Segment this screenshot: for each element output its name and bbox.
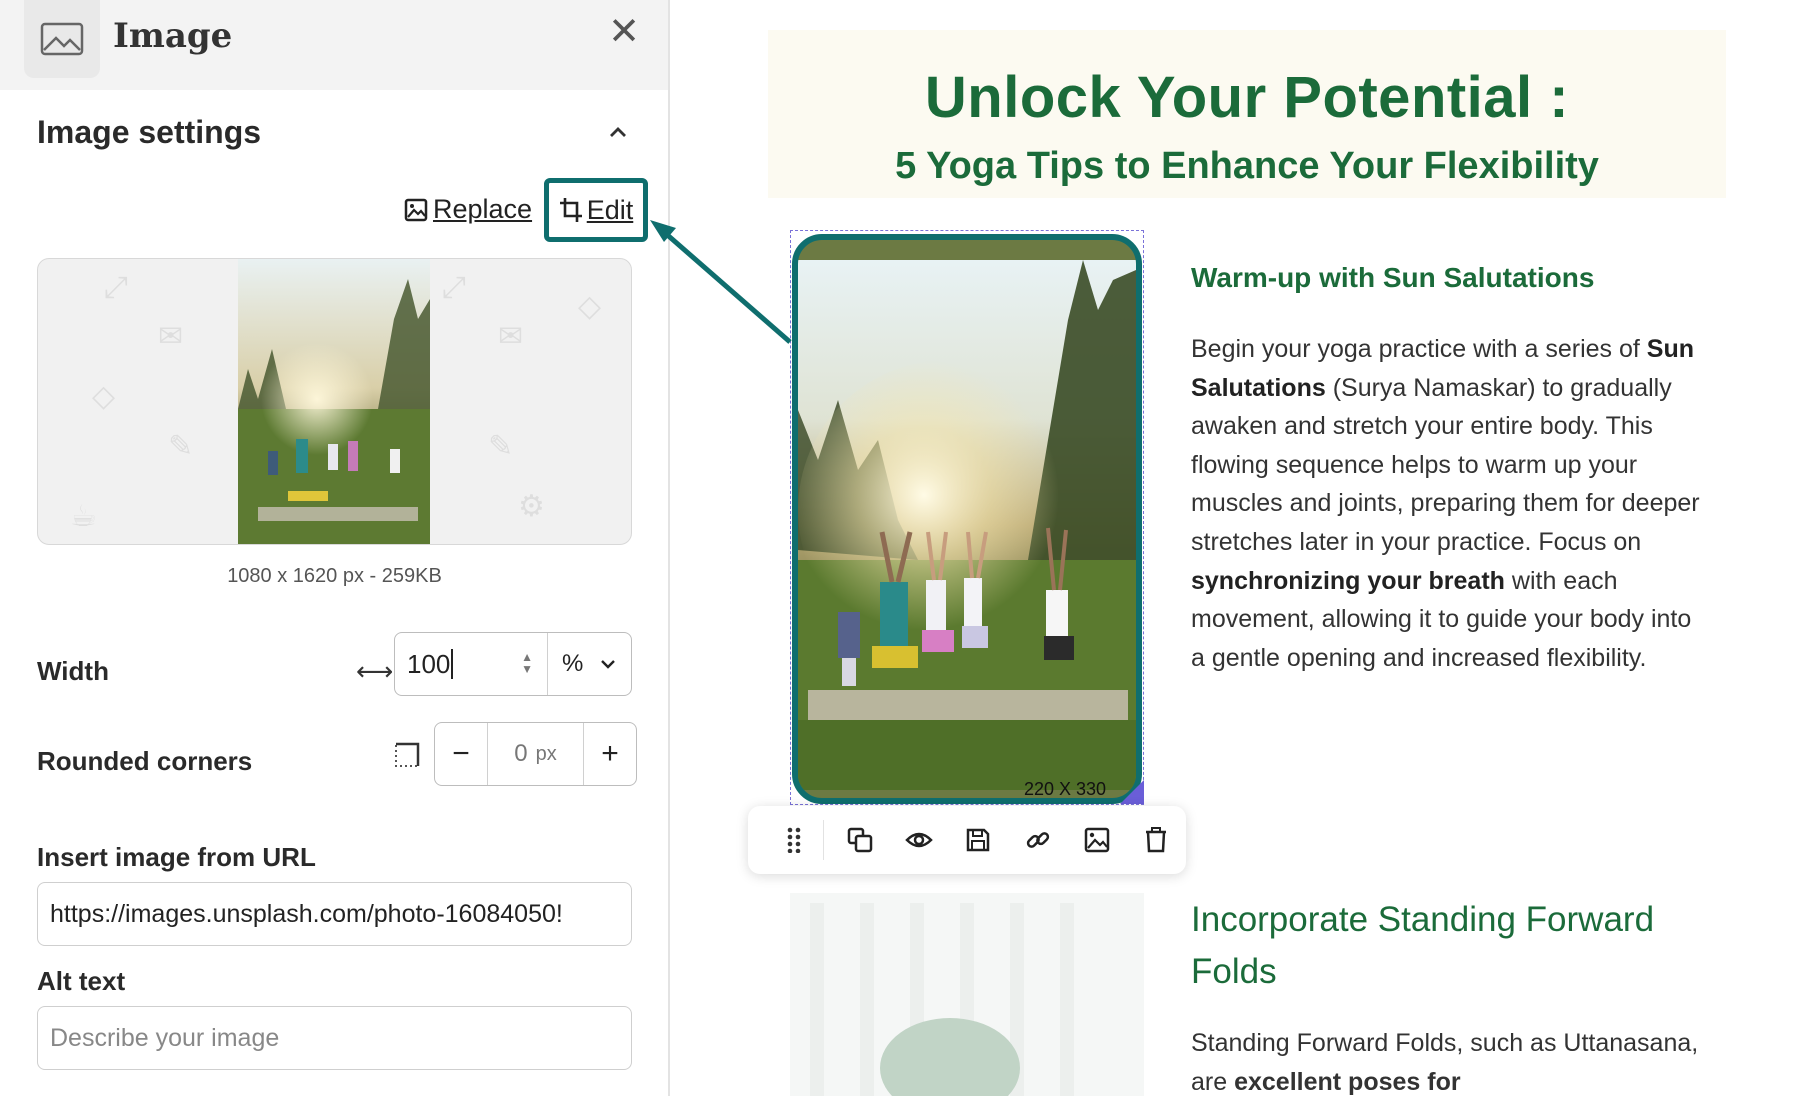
yoga-thumbnail (238, 259, 430, 544)
expand-icon: ⤢ (442, 271, 466, 304)
drag-handle-icon[interactable] (764, 806, 823, 874)
number-spinner-icon[interactable]: ▲ ▼ (521, 651, 533, 675)
rounded-corners-label: Rounded corners (37, 746, 253, 776)
edit-label: Edit (586, 194, 634, 225)
image-toolbar (748, 806, 1186, 874)
alt-text-label: Alt text (37, 966, 126, 996)
decrease-button[interactable]: − (435, 723, 487, 785)
width-arrows-icon: ⟷ (356, 656, 394, 686)
link-icon[interactable] (1008, 806, 1067, 874)
preview-icon[interactable] (890, 806, 949, 874)
mail-icon: ✉ (498, 320, 524, 353)
width-label: Width (37, 656, 109, 686)
forward-fold-image[interactable] (790, 893, 1144, 1096)
toolbar-divider (823, 820, 825, 860)
section-title: Image settings (37, 114, 262, 150)
replace-label: Replace (433, 194, 533, 224)
file-meta: 1080 x 1620 px - 259KB (227, 565, 442, 587)
duplicate-icon[interactable] (830, 806, 889, 874)
section1-heading: Warm-up with Sun Salutations (1191, 262, 1595, 293)
delete-icon[interactable] (1127, 806, 1186, 874)
section1-text: Begin your yoga practice with a series o… (1191, 335, 1700, 672)
hero-title: Unlock Your Potential : (924, 65, 1570, 130)
corner-radius-value: 0 (514, 740, 528, 767)
mail-icon: ✉ (158, 320, 184, 353)
width-value-field[interactable]: 100 ▲ ▼ (395, 633, 548, 695)
hero-subtitle: 5 Yoga Tips to Enhance Your Flexibility (895, 145, 1599, 187)
alt-text-input[interactable]: Describe your image (37, 1006, 632, 1070)
corner-radius-unit: px (535, 742, 557, 765)
chevron-up-icon[interactable] (606, 120, 630, 144)
pencil-icon: ✎ (168, 430, 194, 463)
image-settings-panel: Image ✕ Image settings Replace Edit ⤢ ✉ … (0, 0, 670, 1096)
tag-icon: ◇ (578, 290, 602, 323)
image-dimensions: 220 X 330 (1024, 779, 1107, 799)
replace-image-icon (404, 198, 428, 221)
corner-radius-icon (395, 742, 420, 767)
yoga-photo (798, 260, 1136, 790)
gear-icon: ⚙ (518, 490, 545, 523)
width-unit-select[interactable]: % (548, 633, 631, 695)
section2-heading: Incorporate Standing Forward Folds (1191, 900, 1655, 991)
width-unit: % (562, 650, 584, 677)
chevron-down-icon (601, 660, 615, 669)
image-icon[interactable] (1067, 806, 1126, 874)
expand-icon: ⤢ (104, 271, 128, 304)
replace-image-link[interactable]: Replace (404, 194, 532, 225)
url-label: Insert image from URL (37, 842, 316, 872)
image-block-icon (24, 0, 100, 78)
close-icon[interactable]: ✕ (606, 12, 642, 52)
save-icon[interactable] (949, 806, 1008, 874)
increase-button[interactable]: + (584, 723, 636, 785)
pencil-icon: ✎ (488, 430, 514, 463)
section2-text: Standing Forward Folds, such as Uttanasa… (1191, 1029, 1699, 1096)
edit-image-button[interactable]: Edit (544, 178, 648, 242)
panel-title: Image (113, 16, 233, 56)
selected-image[interactable] (792, 234, 1142, 804)
width-value: 100 (407, 649, 451, 679)
corner-radius-field[interactable]: 0 px (487, 723, 584, 785)
crop-icon (559, 198, 582, 222)
cup-icon: ☕ (70, 500, 97, 533)
width-input[interactable]: 100 ▲ ▼ % (394, 632, 632, 696)
image-preview[interactable]: ⤢ ✉ ◇ ✎ ☕ ⤢ ✉ ◇ ✎ ⚙ (37, 258, 632, 545)
panel-header: Image ✕ (0, 0, 668, 90)
corner-radius-stepper[interactable]: − 0 px + (434, 722, 637, 786)
image-url-input[interactable]: https://images.unsplash.com/photo-160840… (37, 882, 632, 946)
tag-icon: ◇ (92, 380, 116, 413)
hero-banner[interactable]: Unlock Your Potential : 5 Yoga Tips to E… (768, 30, 1726, 198)
